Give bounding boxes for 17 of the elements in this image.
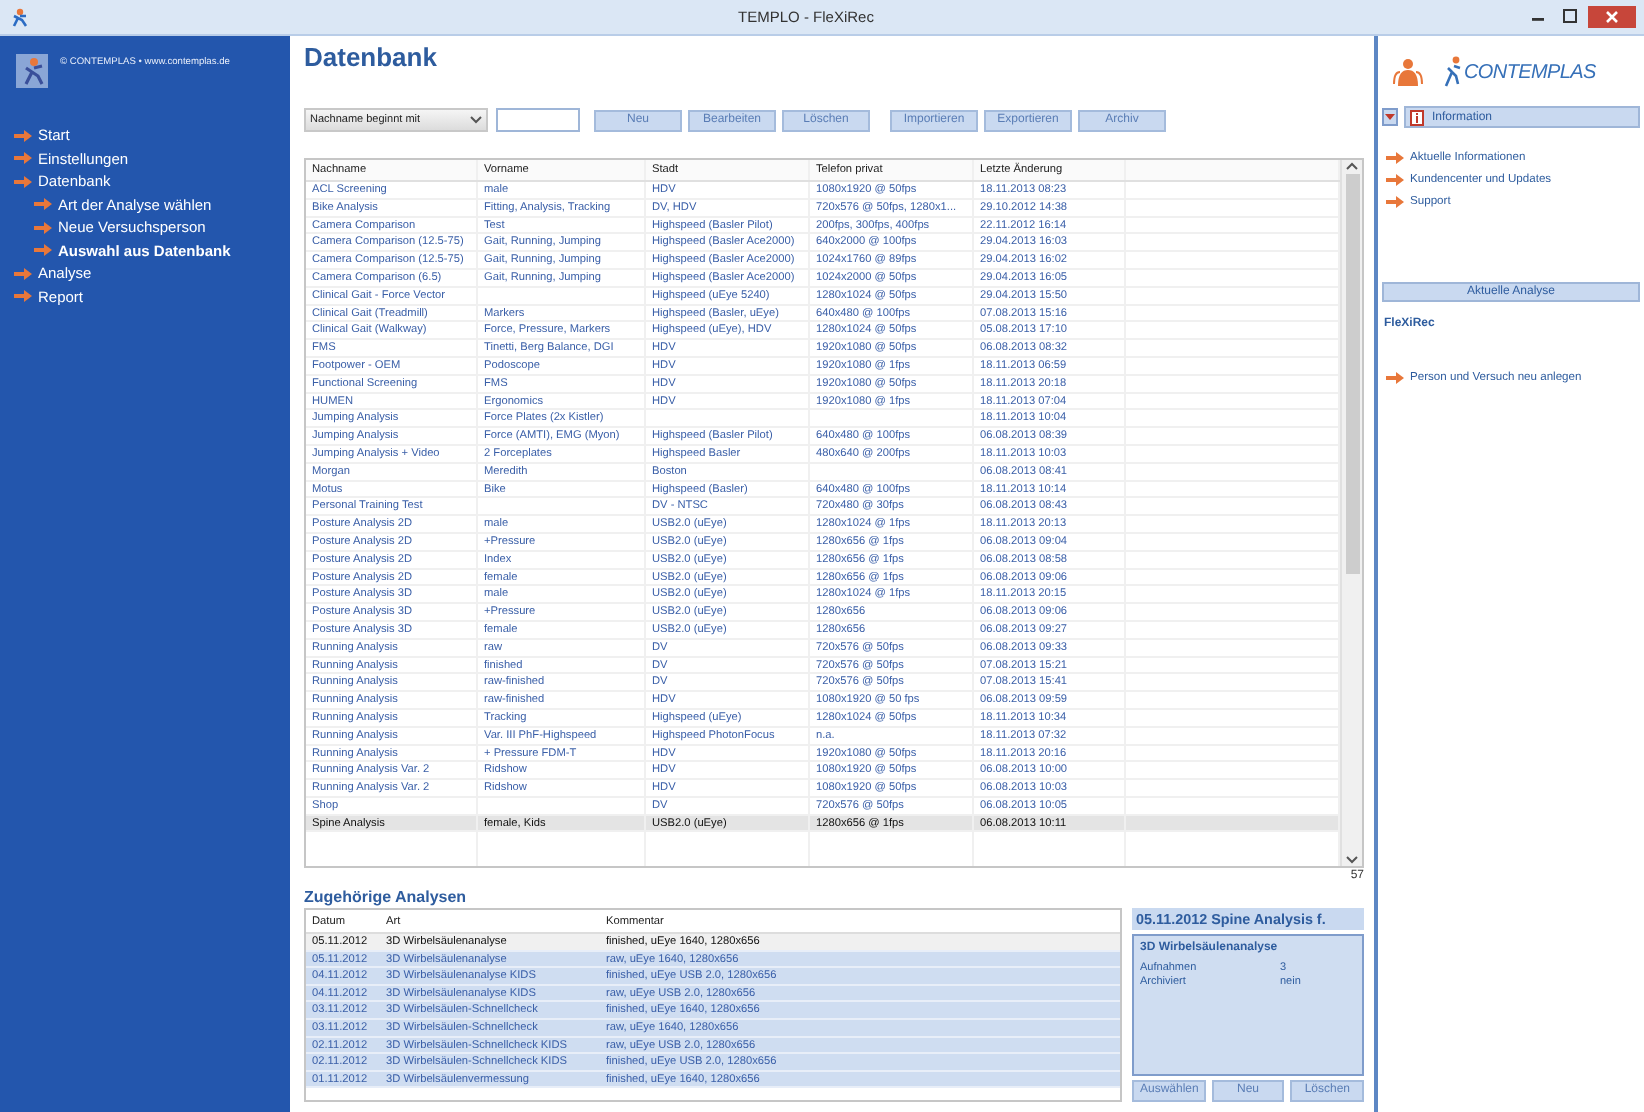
runner-logo-icon [16,54,48,88]
scroll-up-icon[interactable] [1346,160,1358,174]
section-title: Zugehörige Analysen [304,886,469,908]
scrollbar[interactable] [1340,160,1362,866]
brand-logo: CONTEMPLAS [1464,61,1596,83]
scroll-thumb[interactable] [1345,174,1359,574]
chevron-icon [470,116,482,124]
person-info-icon [1392,58,1424,86]
scroll-down-icon[interactable] [1346,852,1358,866]
app-icon [10,7,28,27]
search-field[interactable] [496,108,580,132]
page-title: Datenbank [304,42,439,74]
arrow-icon [1386,371,1404,383]
runner-icon [1444,56,1462,88]
info-icon [1410,109,1424,125]
close-icon[interactable] [1588,6,1636,28]
collapse-icon[interactable] [1382,108,1398,126]
